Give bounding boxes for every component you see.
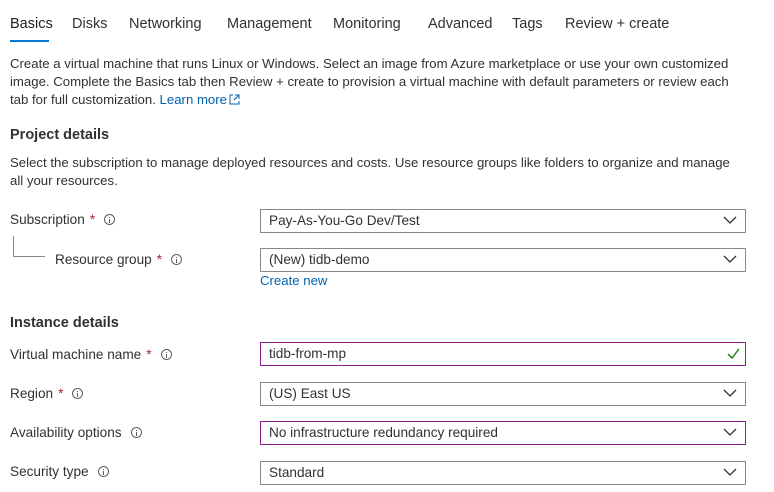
intro-line-3-text: tab for full customization. bbox=[10, 92, 156, 107]
required-marker: * bbox=[89, 212, 96, 227]
tab-tags[interactable]: Tags bbox=[512, 16, 543, 32]
create-new-link[interactable]: Create new bbox=[260, 273, 327, 288]
instance-details-heading: Instance details bbox=[10, 315, 119, 331]
project-desc-line-1: Select the subscription to manage deploy… bbox=[10, 155, 730, 170]
chevron-down-icon bbox=[723, 255, 737, 263]
intro-text: Create a virtual machine that runs Linux… bbox=[10, 55, 729, 109]
security-type-label: Security type bbox=[10, 464, 109, 479]
region-label-text: Region bbox=[10, 386, 54, 401]
project-desc-line-2: all your resources. bbox=[10, 173, 118, 188]
intro-line-3: tab for full customization. Learn more bbox=[10, 91, 729, 109]
info-icon[interactable] bbox=[97, 466, 109, 477]
chevron-down-icon bbox=[723, 389, 737, 397]
required-marker: * bbox=[58, 386, 64, 401]
tab-monitoring[interactable]: Monitoring bbox=[333, 16, 401, 32]
info-icon[interactable] bbox=[72, 388, 84, 399]
availability-options-dropdown[interactable]: No infrastructure redundancy required bbox=[260, 421, 746, 445]
tree-connector-vertical bbox=[13, 236, 14, 256]
learn-more-link[interactable]: Learn more bbox=[160, 92, 240, 107]
chevron-down-icon bbox=[723, 428, 737, 436]
info-icon[interactable] bbox=[130, 427, 142, 438]
tab-review-create[interactable]: Review + create bbox=[565, 16, 669, 32]
tree-connector-horizontal bbox=[13, 256, 45, 257]
project-details-heading: Project details bbox=[10, 127, 110, 143]
vm-name-value: tidb-from-mp bbox=[269, 346, 347, 361]
subscription-label-text: Subscription bbox=[10, 212, 85, 227]
region-label: Region * bbox=[10, 386, 84, 401]
active-tab-indicator bbox=[10, 40, 49, 42]
info-icon[interactable] bbox=[171, 254, 183, 265]
region-value: (US) East US bbox=[269, 386, 351, 401]
resource-group-dropdown[interactable]: (New) tidb-demo bbox=[260, 248, 746, 272]
vm-name-label: Virtual machine name * bbox=[10, 347, 172, 362]
info-icon[interactable] bbox=[160, 349, 172, 360]
checkmark-icon bbox=[727, 348, 740, 359]
availability-options-label: Availability options bbox=[10, 425, 142, 440]
resource-group-value: (New) tidb-demo bbox=[269, 252, 370, 267]
tab-management[interactable]: Management bbox=[227, 16, 312, 32]
subscription-label: Subscription * bbox=[10, 212, 116, 227]
tab-advanced[interactable]: Advanced bbox=[428, 16, 493, 32]
external-link-icon bbox=[229, 94, 240, 105]
tab-networking[interactable]: Networking bbox=[129, 16, 202, 32]
security-type-label-text: Security type bbox=[10, 464, 89, 479]
chevron-down-icon bbox=[723, 216, 737, 224]
required-marker: * bbox=[156, 252, 163, 267]
subscription-value: Pay-As-You-Go Dev/Test bbox=[269, 213, 420, 228]
resource-group-label: Resource group * bbox=[55, 252, 183, 267]
vm-name-input[interactable]: tidb-from-mp bbox=[260, 342, 746, 366]
intro-line-2: image. Complete the Basics tab then Revi… bbox=[10, 74, 729, 89]
required-marker: * bbox=[146, 347, 152, 362]
vm-name-label-text: Virtual machine name bbox=[10, 347, 142, 362]
learn-more-label: Learn more bbox=[159, 92, 227, 107]
info-icon[interactable] bbox=[104, 214, 116, 225]
availability-options-value: No infrastructure redundancy required bbox=[269, 425, 498, 440]
intro-line-1: Create a virtual machine that runs Linux… bbox=[10, 56, 729, 71]
security-type-dropdown[interactable]: Standard bbox=[260, 461, 746, 485]
tab-disks[interactable]: Disks bbox=[72, 16, 107, 32]
security-type-value: Standard bbox=[269, 465, 325, 480]
project-details-description: Select the subscription to manage deploy… bbox=[10, 154, 730, 190]
region-dropdown[interactable]: (US) East US bbox=[260, 382, 746, 406]
availability-options-label-text: Availability options bbox=[10, 425, 122, 440]
tab-basics[interactable]: Basics bbox=[10, 16, 53, 32]
subscription-dropdown[interactable]: Pay-As-You-Go Dev/Test bbox=[260, 209, 746, 233]
chevron-down-icon bbox=[723, 468, 737, 476]
resource-group-label-text: Resource group bbox=[55, 252, 152, 267]
